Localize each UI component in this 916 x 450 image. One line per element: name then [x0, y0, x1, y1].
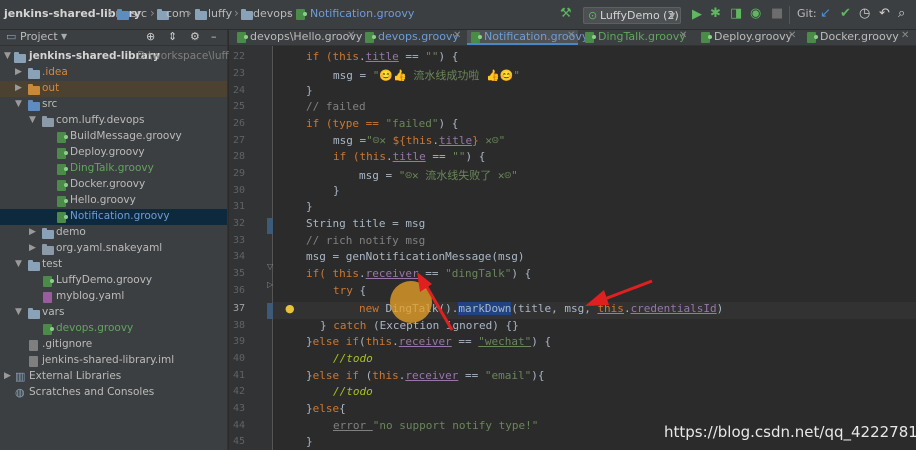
red-arrow-left — [585, 279, 653, 306]
watermark-text: https://blog.csdn.net/qq_42227818 — [664, 423, 916, 441]
arrow-shaft — [601, 279, 653, 302]
arrow-shaft — [422, 281, 454, 331]
arrow-head — [585, 290, 609, 306]
annotation-arrows — [417, 272, 653, 331]
red-arrow-up — [417, 272, 454, 331]
